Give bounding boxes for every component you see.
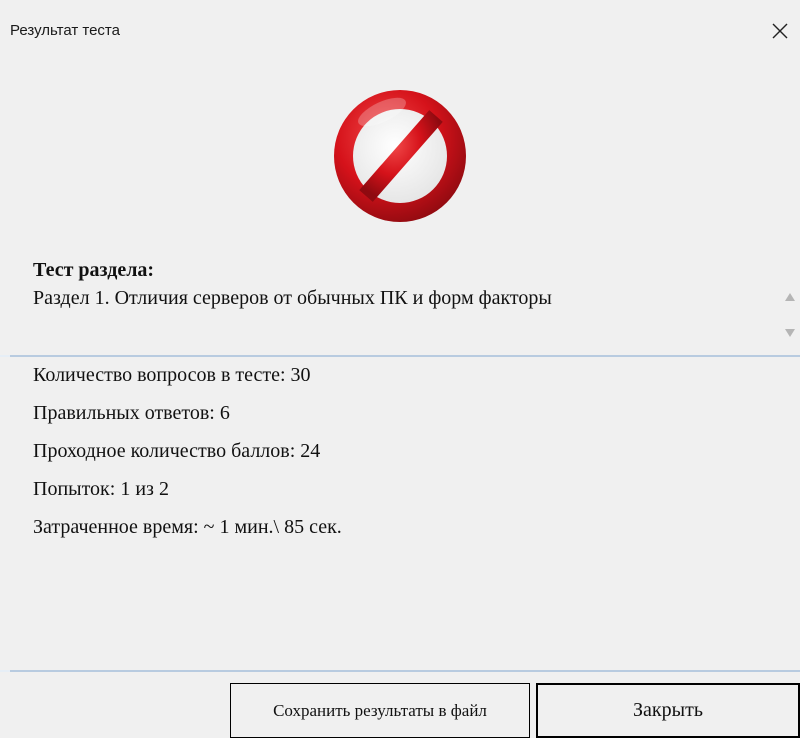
divider — [10, 355, 800, 357]
scroll-up-arrow-icon[interactable] — [785, 293, 795, 301]
section-label: Тест раздела: — [33, 259, 155, 281]
save-results-button[interactable]: Сохранить результаты в файл — [230, 683, 530, 738]
close-button[interactable] — [760, 14, 800, 48]
window-title: Результат теста — [10, 22, 120, 39]
divider — [10, 670, 800, 672]
prohibited-icon — [334, 90, 466, 222]
close-icon — [772, 23, 788, 39]
divider — [0, 670, 10, 672]
passing-score: Проходное количество баллов: 24 — [33, 440, 321, 462]
attempts: Попыток: 1 из 2 — [33, 478, 169, 500]
divider — [0, 355, 10, 357]
title-bar: Результат теста — [0, 0, 800, 53]
questions-total: Количество вопросов в тесте: 30 — [33, 364, 311, 386]
scroll-down-arrow-icon[interactable] — [785, 329, 795, 337]
test-header-panel: Тест раздела: Раздел 1. Отличия серверов… — [0, 52, 800, 355]
close-dialog-button[interactable]: Закрыть — [536, 683, 800, 738]
section-scrollbar[interactable] — [780, 283, 800, 349]
stats-list: Количество вопросов в тесте: 30 Правильн… — [33, 362, 342, 552]
correct-answers: Правильных ответов: 6 — [33, 402, 230, 424]
time-spent: Затраченное время: ~ 1 мин.\ 85 сек. — [33, 516, 342, 538]
section-name: Раздел 1. Отличия серверов от обычных ПК… — [33, 287, 552, 309]
